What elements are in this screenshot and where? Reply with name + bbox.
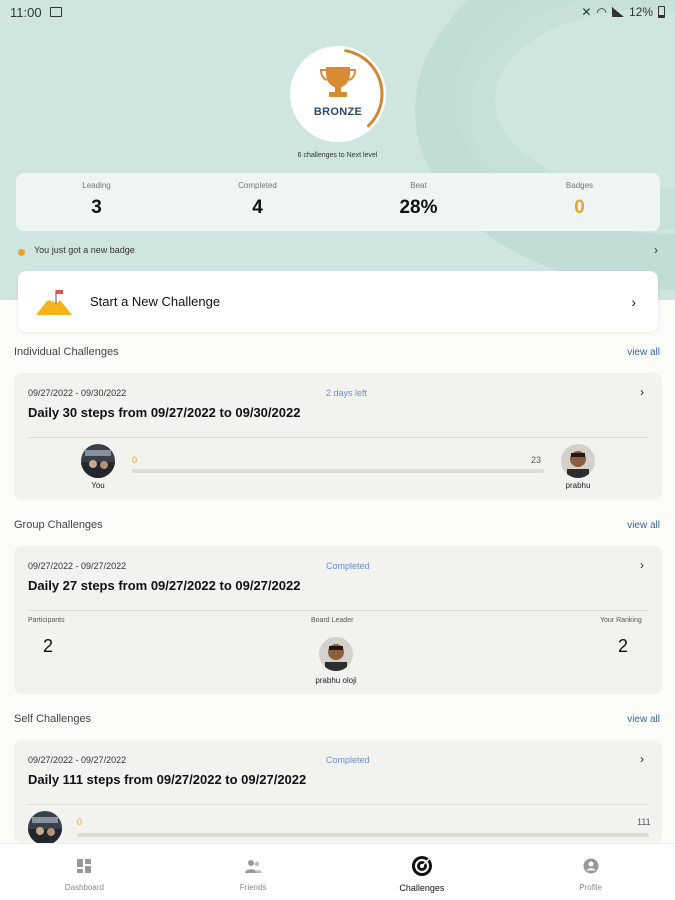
view-all-link[interactable]: view all xyxy=(627,347,660,358)
mute-icon: ✕ xyxy=(581,5,592,19)
chevron-right-icon: › xyxy=(640,385,644,399)
level-badge[interactable]: BRONZE xyxy=(290,46,386,142)
your-ranking-value: 2 xyxy=(618,636,629,656)
self-challenges-header: Self Challenges view all xyxy=(14,713,660,725)
challenge-progress-bar xyxy=(132,469,544,473)
avatar[interactable] xyxy=(28,811,62,843)
status-bar: 11:00 ✕ ◠ 12% xyxy=(0,0,675,24)
mountain-flag-icon xyxy=(36,289,72,315)
challenge-title: Daily 111 steps from 09/27/2022 to 09/27… xyxy=(28,772,307,787)
stat-badges: Badges 0 xyxy=(499,173,660,231)
nav-friends[interactable]: Friends xyxy=(169,844,338,900)
level-name: BRONZE xyxy=(313,106,363,118)
stat-label: Badges xyxy=(565,181,594,190)
divider xyxy=(28,437,648,438)
wifi-icon: ◠ xyxy=(596,5,607,19)
nav-label: Challenges xyxy=(399,883,445,893)
bottom-navigation: Dashboard Friends Challenges Profile xyxy=(0,843,675,900)
stat-label: Beat xyxy=(410,181,427,190)
progress-start-value: 0 xyxy=(132,455,138,465)
image-notification-icon xyxy=(49,7,62,17)
view-all-link[interactable]: view all xyxy=(627,714,660,725)
section-title: Self Challenges xyxy=(14,713,92,725)
chevron-right-icon: › xyxy=(654,243,658,257)
progress-start-value: 0 xyxy=(77,817,83,827)
nav-label: Dashboard xyxy=(64,883,104,892)
status-time: 11:00 xyxy=(10,4,42,20)
avatar[interactable] xyxy=(81,444,115,478)
stat-label: Leading xyxy=(82,181,111,190)
friends-icon xyxy=(244,856,263,876)
dashboard-icon xyxy=(76,856,92,876)
nav-label: Profile xyxy=(579,883,602,892)
stats-panel: Leading 3 Completed 4 Beat 28% Badges 0 xyxy=(16,173,660,231)
chevron-right-icon: › xyxy=(640,752,644,766)
self-challenge-card[interactable]: 09/27/2022 - 09/27/2022 Completed › Dail… xyxy=(14,740,662,843)
chevron-right-icon: › xyxy=(640,558,644,572)
section-title: Group Challenges xyxy=(14,519,103,531)
battery-percent: 12% xyxy=(628,5,653,19)
battery-icon xyxy=(658,6,665,18)
challenge-title: Daily 30 steps from 09/27/2022 to 09/30/… xyxy=(28,405,301,420)
start-new-challenge-button[interactable]: Start a New Challenge › xyxy=(18,271,658,332)
progress-goal-value: 23 xyxy=(531,455,542,465)
section-title: Individual Challenges xyxy=(14,346,119,358)
trophy-icon xyxy=(319,67,357,97)
user-photo xyxy=(28,811,62,843)
challenge-status: Completed xyxy=(326,561,370,571)
challenge-title: Daily 27 steps from 09/27/2022 to 09/27/… xyxy=(28,578,301,593)
nav-dashboard[interactable]: Dashboard xyxy=(0,844,169,900)
challenge-status: 2 days left xyxy=(326,388,368,398)
participants-value: 2 xyxy=(43,636,54,656)
signal-icon xyxy=(611,7,624,17)
nav-challenges[interactable]: Challenges xyxy=(338,844,507,900)
stat-completed: Completed 4 xyxy=(177,173,338,231)
divider xyxy=(28,804,648,805)
you-label: You xyxy=(91,481,105,490)
new-badge-text: You just got a new badge xyxy=(34,245,135,255)
stat-leading: Leading 3 xyxy=(16,173,177,231)
stat-value: 28% xyxy=(399,197,438,218)
challenges-icon xyxy=(411,856,433,876)
individual-challenges-header: Individual Challenges view all xyxy=(14,346,660,358)
user-photo xyxy=(561,444,595,478)
challenge-dates: 09/27/2022 - 09/27/2022 xyxy=(28,561,127,571)
group-challenge-card[interactable]: 09/27/2022 - 09/27/2022 Completed › Dail… xyxy=(14,546,662,694)
stat-label: Completed xyxy=(238,181,277,190)
nav-profile[interactable]: Profile xyxy=(506,844,675,900)
notification-dot-icon xyxy=(18,248,25,256)
group-challenges-header: Group Challenges view all xyxy=(14,519,660,531)
progress-goal-value: 111 xyxy=(637,817,651,827)
stat-value: 4 xyxy=(252,197,263,218)
challenge-status: Completed xyxy=(326,755,370,765)
divider xyxy=(28,610,648,611)
stat-value: 0 xyxy=(574,197,585,218)
start-new-challenge-label: Start a New Challenge xyxy=(90,294,221,309)
new-badge-banner[interactable]: You just got a new badge › xyxy=(18,243,658,257)
board-leader-name: prabhu oloji xyxy=(315,676,357,685)
avatar[interactable] xyxy=(319,637,353,671)
user-photo xyxy=(319,637,353,671)
view-all-link[interactable]: view all xyxy=(627,520,660,531)
challenge-dates: 09/27/2022 - 09/27/2022 xyxy=(28,755,127,765)
stat-value: 3 xyxy=(91,197,102,218)
individual-challenge-card[interactable]: 09/27/2022 - 09/30/2022 2 days left › Da… xyxy=(14,373,662,500)
next-level-note: 6 challenges to Next level xyxy=(297,152,378,159)
user-photo xyxy=(81,444,115,478)
participants-label: Participants xyxy=(28,617,65,624)
board-leader-label: Board Leader xyxy=(311,617,354,624)
opponent-label: prabhu xyxy=(565,481,591,490)
profile-icon xyxy=(583,856,599,876)
your-ranking-label: Your Ranking xyxy=(600,617,642,624)
nav-label: Friends xyxy=(239,883,267,892)
stat-beat: Beat 28% xyxy=(338,173,499,231)
challenge-dates: 09/27/2022 - 09/30/2022 xyxy=(28,388,127,398)
avatar[interactable] xyxy=(561,444,595,478)
challenge-progress-bar xyxy=(77,833,649,837)
chevron-right-icon: › xyxy=(631,293,636,310)
